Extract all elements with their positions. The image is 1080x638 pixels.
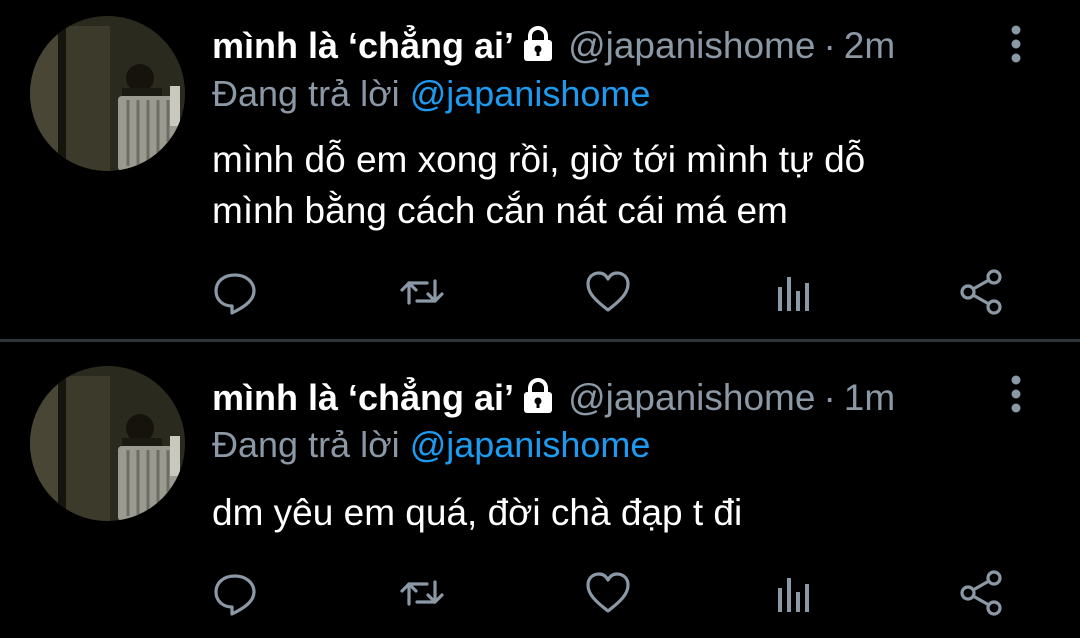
lock-icon <box>522 378 554 414</box>
reply-icon[interactable] <box>210 568 260 618</box>
like-icon[interactable] <box>583 267 633 317</box>
tweet-header: mình là ‘chẳng ai’ @japanishome · 2m <box>212 24 895 69</box>
tweet[interactable]: mình là ‘chẳng ai’ @japanishome · 1m Đang t… <box>0 343 1080 638</box>
analytics-icon[interactable] <box>770 568 820 618</box>
tweet-divider <box>0 339 1080 342</box>
avatar[interactable] <box>30 366 185 521</box>
more-vertical-icon[interactable] <box>1004 22 1028 66</box>
like-icon[interactable] <box>583 568 633 618</box>
separator-dot: · <box>823 25 836 66</box>
avatar[interactable] <box>30 16 185 171</box>
tweet-header: mình là ‘chẳng ai’ @japanishome · 1m <box>212 376 895 421</box>
tweet-timestamp[interactable]: 2m <box>844 25 895 66</box>
share-icon[interactable] <box>957 267 1007 317</box>
user-handle[interactable]: @japanishome <box>568 25 815 66</box>
tweet-text: mình dỗ em xong rồi, giờ tới mình tự dỗ … <box>212 139 866 231</box>
analytics-icon[interactable] <box>770 267 820 317</box>
retweet-icon[interactable] <box>397 267 447 317</box>
lock-icon <box>522 26 554 62</box>
user-handle[interactable]: @japanishome <box>568 377 815 418</box>
replying-prefix: Đang trả lời <box>212 424 400 465</box>
tweet[interactable]: mình là ‘chẳng ai’ @japanishome · 2m Đang t… <box>0 0 1080 340</box>
tweet-text: dm yêu em quá, đời chà đạp t đi <box>212 492 743 533</box>
tweet-timestamp[interactable]: 1m <box>844 377 895 418</box>
replying-prefix: Đang trả lời <box>212 73 400 114</box>
replying-to: Đang trả lời @japanishome <box>212 423 650 467</box>
retweet-icon[interactable] <box>397 568 447 618</box>
tweet-actions <box>0 568 1080 618</box>
display-name[interactable]: mình là ‘chẳng ai’ <box>212 25 514 66</box>
replying-mention-link[interactable]: @japanishome <box>410 424 651 465</box>
tweet-actions <box>0 267 1080 317</box>
display-name[interactable]: mình là ‘chẳng ai’ <box>212 377 514 418</box>
separator-dot: · <box>823 377 836 418</box>
reply-icon[interactable] <box>210 267 260 317</box>
replying-mention-link[interactable]: @japanishome <box>410 73 651 114</box>
more-vertical-icon[interactable] <box>1004 372 1028 416</box>
share-icon[interactable] <box>957 568 1007 618</box>
replying-to: Đang trả lời @japanishome <box>212 72 650 116</box>
